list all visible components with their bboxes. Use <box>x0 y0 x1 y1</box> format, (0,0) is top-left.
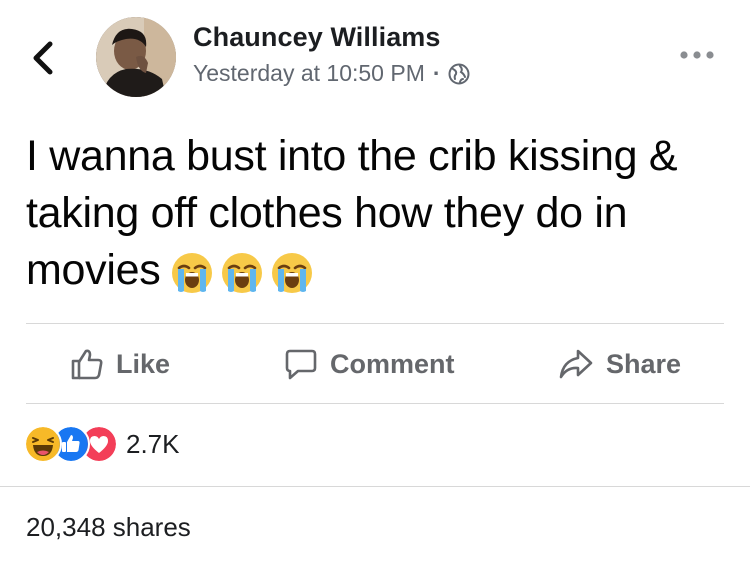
avatar-photo <box>96 17 176 97</box>
share-count[interactable]: 20,348 shares <box>26 512 191 543</box>
loudly-crying-face-icon <box>272 252 313 293</box>
timestamp[interactable]: Yesterday at 10:50 PM <box>193 60 425 87</box>
emoji-group <box>170 251 320 295</box>
loudly-crying-face-icon <box>222 252 263 293</box>
loudly-crying-face-icon <box>172 252 213 293</box>
reactions-summary[interactable]: 2.7K <box>24 424 180 464</box>
post-header: Chauncey Williams Yesterday at 10:50 PM … <box>0 0 750 110</box>
meta-separator: · <box>432 60 441 86</box>
like-button[interactable]: Like <box>70 344 170 384</box>
share-label: Share <box>606 348 682 379</box>
reaction-count: 2.7K <box>126 428 180 459</box>
back-arrow-icon[interactable] <box>30 38 58 78</box>
haha-icon <box>24 425 62 463</box>
globe-icon <box>448 63 470 84</box>
divider <box>0 486 750 487</box>
action-bar: Like Comment Share <box>0 324 750 404</box>
post-body: I wanna bust into the crib kissing & tak… <box>26 128 726 299</box>
like-label: Like <box>116 348 171 379</box>
share-arrow-icon <box>559 349 593 379</box>
comment-label: Comment <box>330 348 455 379</box>
author-name[interactable]: Chauncey Williams <box>193 22 441 53</box>
divider <box>26 403 724 404</box>
comment-bubble-icon <box>285 349 317 380</box>
comment-button[interactable]: Comment <box>284 344 455 384</box>
more-options-icon[interactable] <box>678 48 716 62</box>
avatar[interactable] <box>96 17 176 97</box>
post-meta: Yesterday at 10:50 PM · <box>193 60 470 87</box>
share-button[interactable]: Share <box>558 344 681 384</box>
thumbs-up-icon <box>71 349 103 380</box>
post-text: I wanna bust into the crib kissing & tak… <box>26 132 678 294</box>
